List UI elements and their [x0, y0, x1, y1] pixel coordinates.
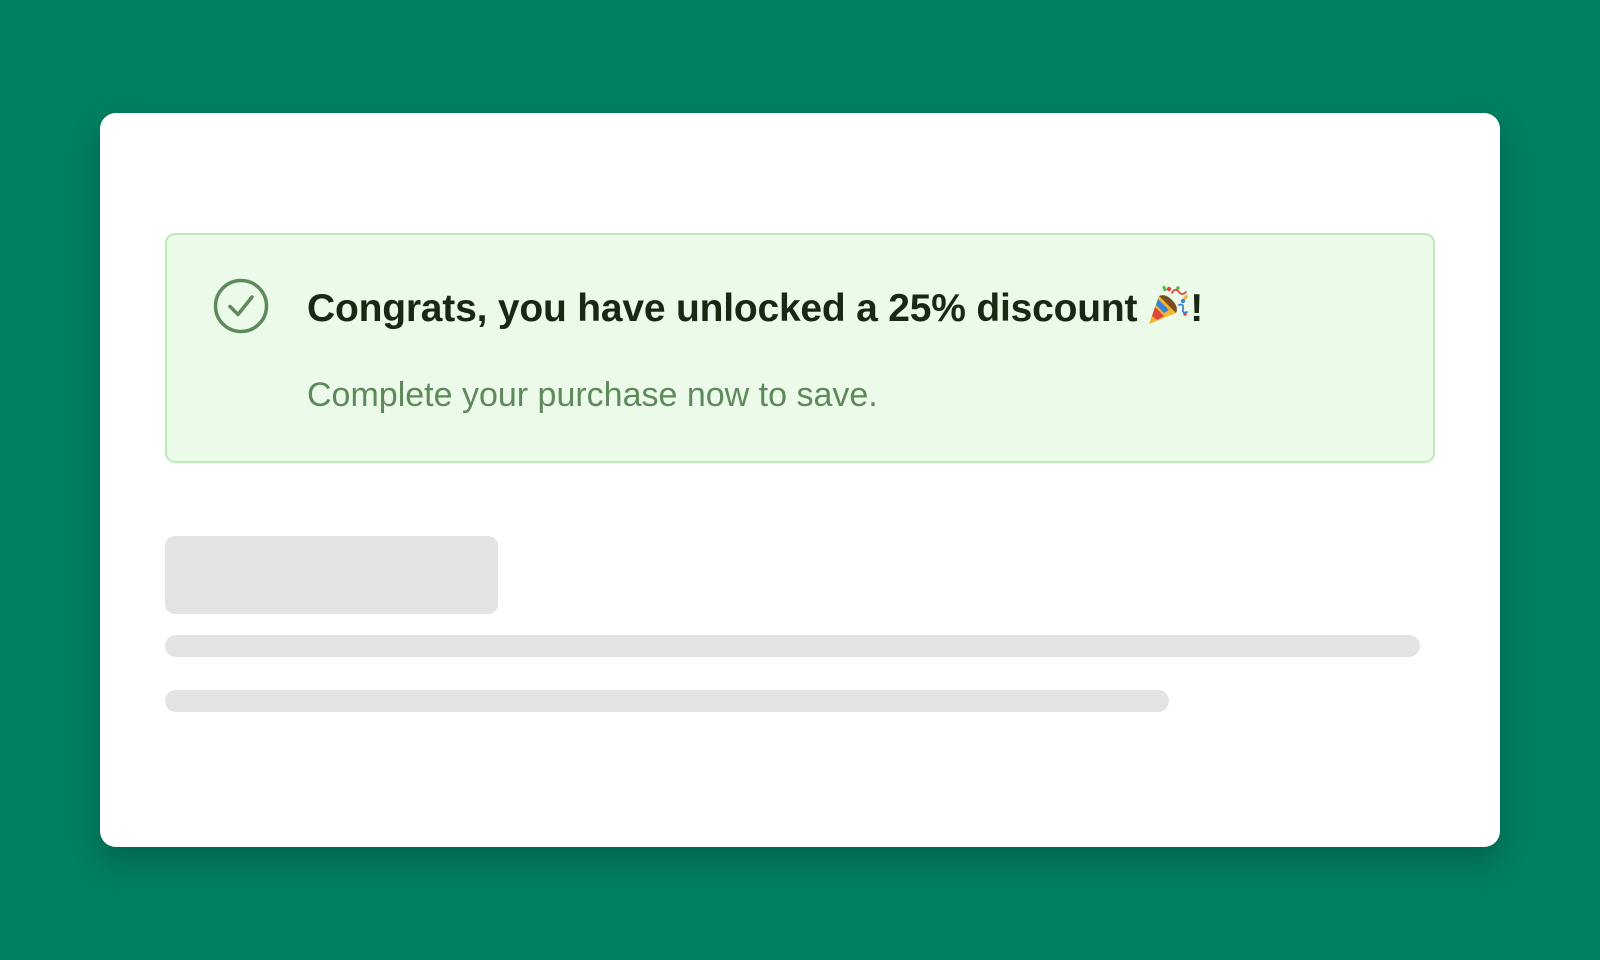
card: Congrats, you have unlocked a 25% discou…: [100, 113, 1500, 847]
alert-title-text: Congrats, you have unlocked a 25% discou…: [307, 287, 1138, 330]
success-alert: Congrats, you have unlocked a 25% discou…: [165, 233, 1435, 463]
skeleton-heading-placeholder: [165, 536, 498, 614]
check-circle-icon: [213, 278, 269, 334]
skeleton-line-placeholder: [165, 690, 1169, 712]
alert-title: Congrats, you have unlocked a 25% discou…: [307, 283, 1203, 332]
alert-subtitle: Complete your purchase now to save.: [307, 376, 878, 414]
page-background: { "alert": { "title": "Congrats, you hav…: [0, 0, 1600, 960]
skeleton-line-placeholder: [165, 635, 1420, 657]
party-popper-icon: [1145, 283, 1189, 327]
alert-title-suffix: !: [1190, 287, 1204, 330]
